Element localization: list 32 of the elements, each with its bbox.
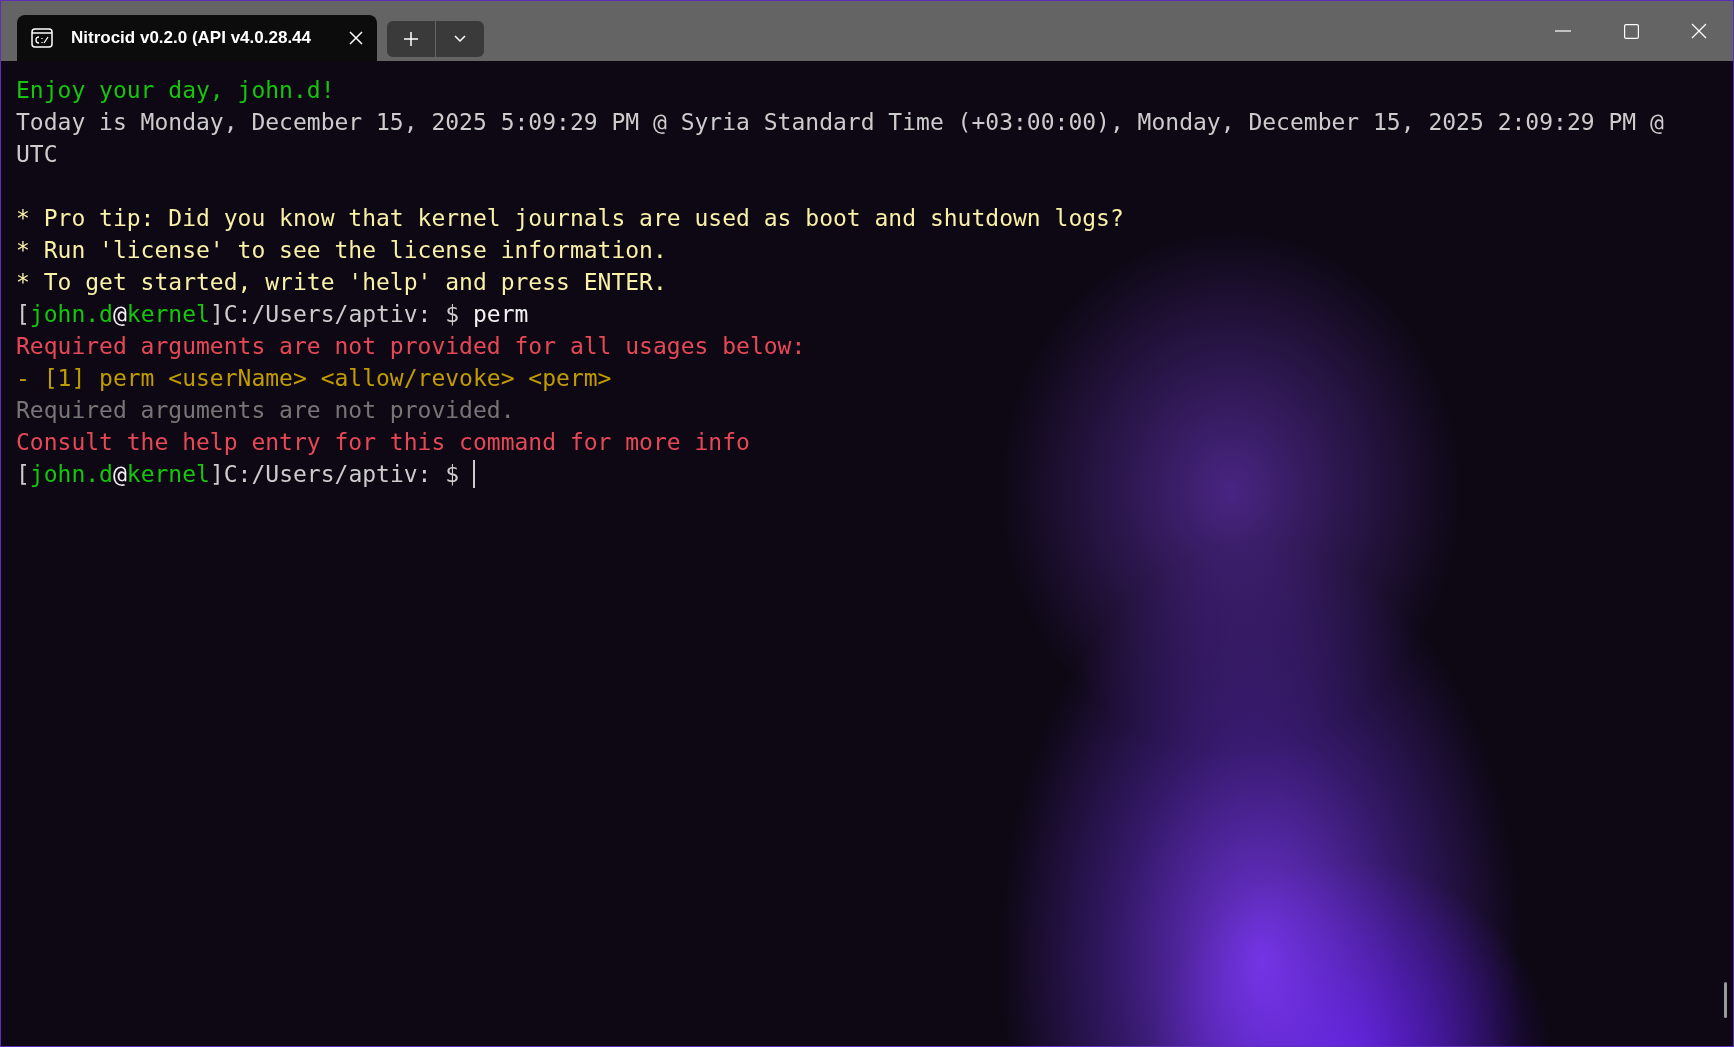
terminal-text: ]C:/Users/aptiv: $: [209, 300, 461, 329]
terminal-text: Today is Monday, December 15, 2025 5:09:29 PM @ Syria Standard Time (+03:00:00), Monday, December 15, 2025 2:09:29 PM @: [16, 108, 1664, 137]
terminal-text: @: [112, 460, 127, 489]
terminal-text: john.d: [29, 460, 113, 489]
close-icon[interactable]: [349, 31, 363, 45]
terminal-text: perm: [473, 300, 529, 329]
scrollbar-thumb[interactable]: [1724, 982, 1727, 1018]
console-icon: [31, 28, 53, 48]
terminal-tab[interactable]: Nitrocid v0.2.0 (API v4.0.28.44: [17, 15, 377, 61]
chevron-down-icon: [454, 35, 466, 43]
plus-icon: [403, 31, 419, 47]
terminal-text: Enjoy your day, john.d!: [16, 76, 335, 105]
terminal-text: john.d: [29, 300, 113, 329]
terminal-text: * Pro tip: Did you know that kernel journals are used as boot and shutdown logs?: [16, 204, 1124, 233]
terminal-text: [: [16, 300, 30, 329]
terminal-text: - [1] perm <userName> <allow/revoke> <perm>: [16, 364, 612, 393]
terminal-text: Required arguments are not provided for all usages below:: [16, 332, 806, 361]
terminal-text: ]C:/Users/aptiv: $: [209, 460, 461, 489]
terminal-text: UTC: [16, 140, 58, 169]
terminal-text: * Run 'license' to see the license information.: [16, 236, 667, 265]
minimize-icon: [1555, 30, 1571, 32]
close-icon: [1691, 23, 1707, 39]
terminal-text: * To get started, write 'help' and press ENTER.: [16, 268, 667, 297]
terminal-text: kernel: [126, 300, 210, 329]
terminal-text: @: [112, 300, 127, 329]
terminal-text: Consult the help entry for this command for more info: [16, 428, 750, 457]
terminal-text: Required arguments are not provided.: [16, 396, 515, 425]
maximize-icon: [1623, 23, 1639, 39]
tab-title: Nitrocid v0.2.0 (API v4.0.28.44: [71, 28, 312, 48]
terminal-text: [: [16, 460, 30, 489]
new-tab-button[interactable]: [387, 21, 435, 57]
terminal-text: kernel: [126, 460, 210, 489]
